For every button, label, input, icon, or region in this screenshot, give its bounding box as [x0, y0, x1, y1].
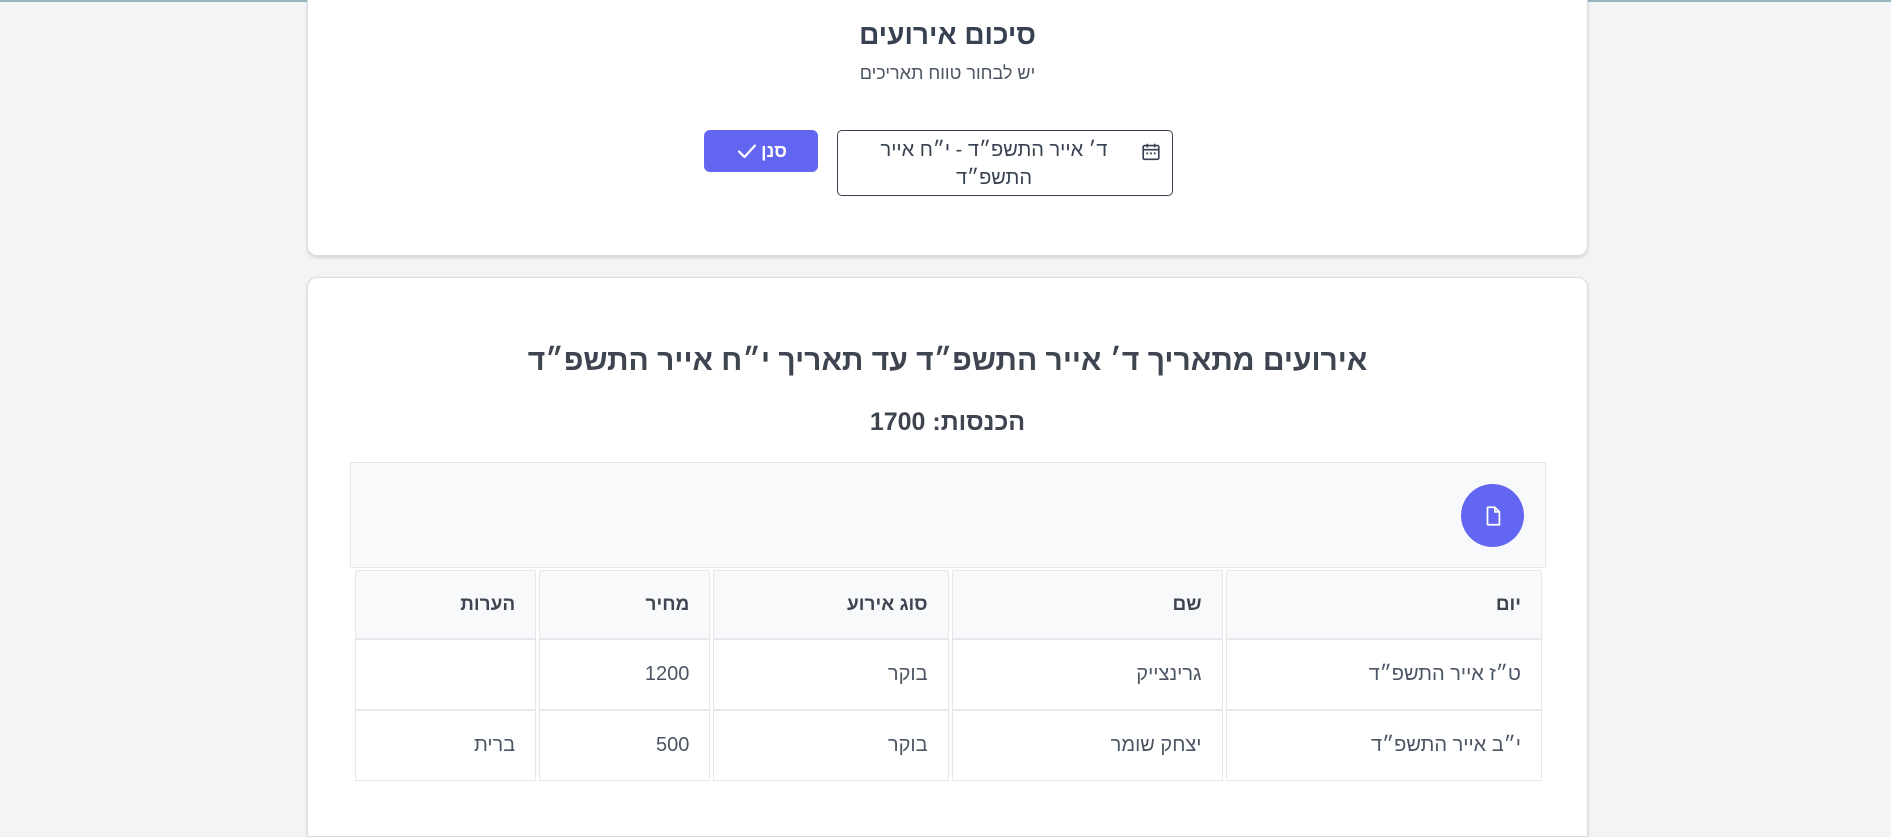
table-row[interactable]: י״ב אייר התשפ״ד יצחק שומר בוקר 500 ברית	[355, 710, 1542, 781]
cell-name: גרינצייק	[951, 639, 1223, 710]
calendar-icon[interactable]	[1140, 141, 1162, 163]
header-event-type[interactable]: סוג אירוע	[713, 570, 949, 639]
filter-button[interactable]: סנן	[704, 130, 818, 172]
page-subtitle: יש לבחור טווח תאריכים	[859, 63, 1036, 83]
cell-price: 1200	[539, 639, 711, 710]
table-header-row: יום שם סוג אירוע מחיר הערות	[355, 570, 1542, 639]
summary-card: סיכום אירועים יש לבחור טווח תאריכים ד׳ א…	[307, 0, 1588, 256]
income-label: הכנסות:	[932, 408, 1026, 436]
date-range-value: ד׳ אייר התשפ״ד - י״ח אייר התשפ״ד	[880, 139, 1108, 189]
income-value: 1700	[869, 408, 926, 436]
page-title: סיכום אירועים	[859, 19, 1036, 50]
table-toolbar	[350, 462, 1546, 568]
cell-notes	[355, 639, 537, 710]
file-icon	[1486, 505, 1500, 526]
cell-day: י״ב אייר התשפ״ד	[1225, 710, 1542, 781]
cell-notes: ברית	[355, 710, 537, 781]
filter-button-label: סנן	[761, 140, 787, 161]
cell-price: 500	[539, 710, 711, 781]
events-table: יום שם סוג אירוע מחיר הערות ט״ז אייר התש…	[352, 570, 1545, 781]
income-summary: הכנסות: 1700	[308, 408, 1587, 437]
table-row[interactable]: ט״ז אייר התשפ״ד גרינצייק בוקר 1200	[355, 639, 1542, 710]
date-range-input[interactable]: ד׳ אייר התשפ״ד - י״ח אייר התשפ״ד	[837, 130, 1173, 196]
header-notes[interactable]: הערות	[355, 570, 537, 639]
check-icon	[738, 144, 757, 159]
export-button[interactable]	[1461, 484, 1524, 547]
cell-name: יצחק שומר	[951, 710, 1223, 781]
cell-day: ט״ז אייר התשפ״ד	[1225, 639, 1542, 710]
cell-event-type: בוקר	[713, 710, 949, 781]
report-card: אירועים מתאריך ד׳ אייר התשפ״ד עד תאריך י…	[307, 277, 1588, 837]
header-name[interactable]: שם	[951, 570, 1223, 639]
header-day[interactable]: יום	[1225, 570, 1542, 639]
report-title: אירועים מתאריך ד׳ אייר התשפ״ד עד תאריך י…	[527, 344, 1368, 377]
cell-event-type: בוקר	[713, 639, 949, 710]
header-price[interactable]: מחיר	[539, 570, 711, 639]
